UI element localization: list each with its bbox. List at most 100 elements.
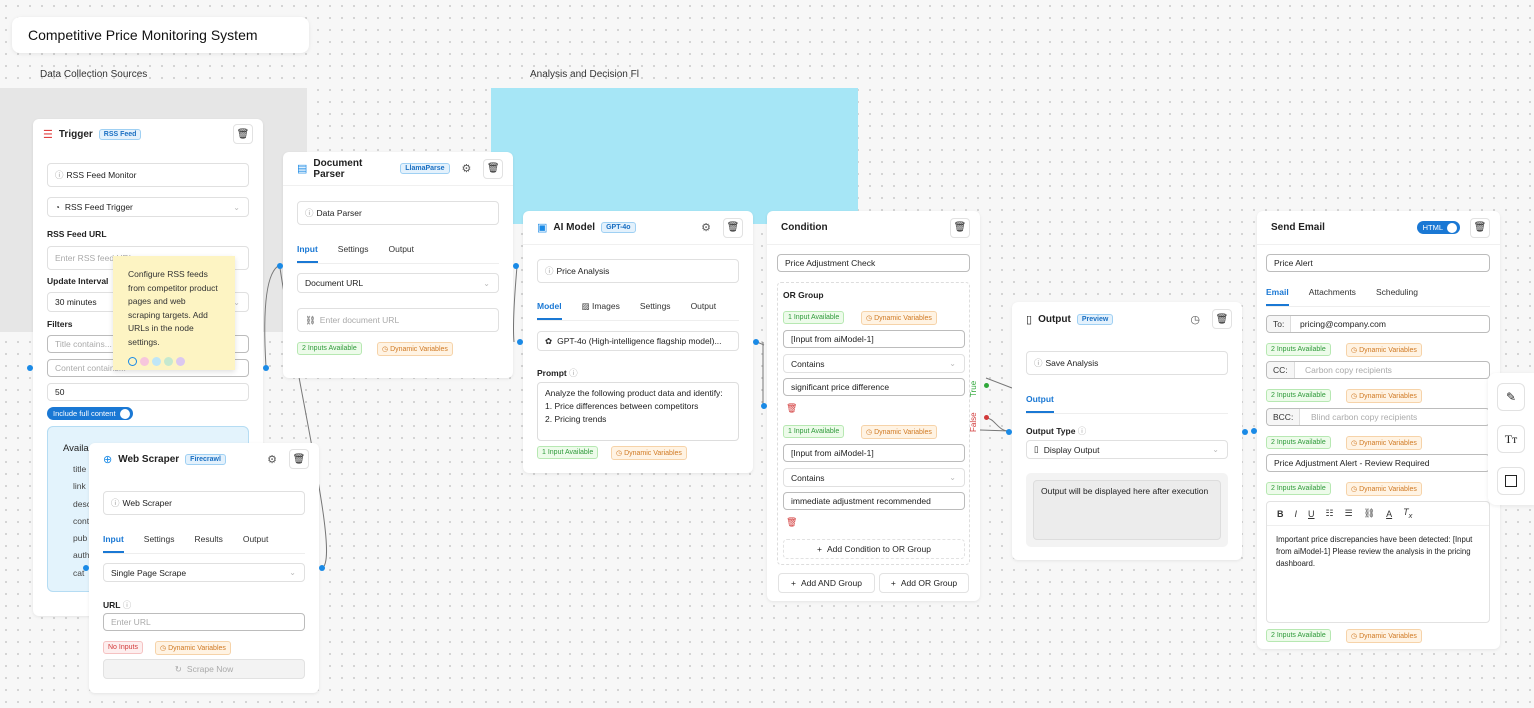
false-handle[interactable]: [984, 415, 989, 420]
delete-node-button[interactable]: 🗑: [233, 124, 253, 144]
delete-node-button[interactable]: 🗑: [723, 217, 743, 238]
ai-model-input-handle[interactable]: [517, 339, 523, 345]
color-purple[interactable]: [176, 357, 185, 366]
gear-icon[interactable]: ⚙: [462, 162, 472, 175]
tab-model[interactable]: Model: [537, 301, 562, 320]
ai-model-node[interactable]: ▣ AI Model GPT-4o ⚙ 🗑 ⓘ Price Analysis Mo…: [523, 211, 753, 473]
node-name-field[interactable]: ⓘ Save Analysis: [1026, 351, 1228, 375]
max-items-input[interactable]: 50: [47, 383, 249, 401]
delete-node-button[interactable]: 🗑: [1212, 309, 1232, 329]
email-name-input[interactable]: Price Alert: [1266, 254, 1490, 272]
tab-input[interactable]: Input: [297, 244, 318, 263]
tab-output[interactable]: Output: [389, 244, 415, 263]
dynamic-variables-tag[interactable]: ◷ Dynamic Variables: [861, 311, 937, 325]
link-icon[interactable]: ⛓: [1364, 508, 1375, 519]
operator-select[interactable]: Contains ⌄: [783, 354, 965, 373]
dynamic-variables-tag[interactable]: ◷ Dynamic Variables: [1346, 482, 1422, 496]
html-toggle[interactable]: HTML: [1416, 221, 1460, 234]
operator-select[interactable]: Contains ⌄: [783, 468, 965, 487]
color-blue[interactable]: [152, 357, 161, 366]
cc-input[interactable]: CC: Carbon copy recipients: [1266, 361, 1490, 379]
tab-output[interactable]: Output: [1026, 394, 1054, 413]
parser-input-handle[interactable]: [277, 263, 283, 269]
send-email-node[interactable]: Send Email HTML 🗑 Price Alert Email Atta…: [1257, 211, 1500, 649]
delete-condition-icon[interactable]: 🗑: [786, 403, 797, 414]
delete-node-button[interactable]: 🗑: [483, 158, 503, 179]
delete-node-button[interactable]: 🗑: [950, 217, 970, 238]
ordered-list-icon[interactable]: ☷: [1326, 508, 1334, 519]
dynamic-variables-tag[interactable]: ◷ Dynamic Variables: [1346, 629, 1422, 643]
color-green[interactable]: [164, 357, 173, 366]
source-select[interactable]: Document URL ⌄: [297, 273, 499, 293]
delete-condition-icon[interactable]: 🗑: [786, 517, 797, 528]
bold-icon[interactable]: B: [1277, 509, 1284, 519]
to-input[interactable]: To: pricing@company.com: [1266, 315, 1490, 333]
dynamic-variables-tag[interactable]: ◷ Dynamic Variables: [1346, 389, 1422, 403]
bullet-list-icon[interactable]: ☰: [1345, 508, 1353, 519]
condition-name-input[interactable]: Price Adjustment Check: [777, 254, 970, 272]
clear-format-icon[interactable]: Tx: [1403, 507, 1412, 520]
add-or-group-button[interactable]: + Add OR Group: [879, 573, 969, 593]
gear-icon[interactable]: ⚙: [701, 221, 711, 234]
tab-settings[interactable]: Settings: [144, 534, 175, 553]
node-name-field[interactable]: ⓘ Web Scraper: [103, 491, 305, 515]
email-body-text[interactable]: Important price discrepancies have been …: [1267, 526, 1489, 578]
condition-node[interactable]: Condition 🗑 Price Adjustment Check OR Gr…: [767, 211, 980, 601]
ai-model-output-handle[interactable]: [753, 339, 759, 345]
tab-attachments[interactable]: Attachments: [1309, 287, 1356, 306]
dynamic-variables-tag[interactable]: ◷ Dynamic Variables: [377, 342, 453, 356]
dynamic-variables-tag[interactable]: ◷ Dynamic Variables: [1346, 436, 1422, 450]
add-note-button[interactable]: ✎: [1497, 383, 1525, 411]
color-yellow[interactable]: [128, 357, 137, 366]
history-icon[interactable]: ◷: [1190, 313, 1200, 326]
document-url-input[interactable]: ⛓ Enter document URL: [297, 308, 499, 332]
add-and-group-button[interactable]: + Add AND Group: [778, 573, 875, 593]
gear-icon[interactable]: ⚙: [267, 453, 277, 466]
trigger-output-handle[interactable]: [263, 365, 269, 371]
output-type-select[interactable]: ▯ Display Output ⌄: [1026, 440, 1228, 459]
tab-output[interactable]: Output: [691, 301, 717, 320]
parser-output-handle[interactable]: [513, 263, 519, 269]
node-name-field[interactable]: ⓘ Price Analysis: [537, 259, 739, 283]
email-input-handle[interactable]: [1251, 428, 1257, 434]
prompt-textarea[interactable]: Analyze the following product data and i…: [537, 382, 739, 441]
tab-email[interactable]: Email: [1266, 287, 1289, 306]
condition-input-field[interactable]: [Input from aiModel-1]: [783, 330, 965, 348]
text-color-icon[interactable]: A: [1386, 509, 1392, 519]
web-scraper-node[interactable]: ⊕ Web Scraper Firecrawl ⚙ 🗑 ⓘ Web Scraper…: [89, 443, 319, 693]
add-shape-button[interactable]: [1497, 467, 1525, 495]
model-select[interactable]: ✿ GPT-4o (High-intelligence flagship mode…: [537, 331, 739, 351]
output-preview-text[interactable]: Output will be displayed here after exec…: [1033, 480, 1221, 540]
subject-input[interactable]: Price Adjustment Alert - Review Required: [1266, 454, 1490, 472]
node-name-field[interactable]: ⓘ Data Parser: [297, 201, 499, 225]
scraper-output-handle[interactable]: [319, 565, 325, 571]
tab-images[interactable]: ▨ Images: [582, 301, 620, 320]
underline-icon[interactable]: U: [1308, 509, 1315, 519]
tab-scheduling[interactable]: Scheduling: [1376, 287, 1418, 306]
scrape-mode-select[interactable]: Single Page Scrape ⌄: [103, 563, 305, 582]
output-input-handle[interactable]: [1006, 429, 1012, 435]
add-condition-button[interactable]: + Add Condition to OR Group: [783, 539, 965, 559]
dynamic-variables-tag[interactable]: ◷ Dynamic Variables: [155, 641, 231, 655]
tab-input[interactable]: Input: [103, 534, 124, 553]
italic-icon[interactable]: I: [1295, 509, 1298, 519]
url-input[interactable]: Enter URL: [103, 613, 305, 631]
node-name-field[interactable]: ⓘ RSS Feed Monitor: [47, 163, 249, 187]
trigger-type-select[interactable]: ◔ RSS Feed Trigger ⌄: [47, 197, 249, 217]
condition-input-handle[interactable]: [761, 403, 767, 409]
delete-node-button[interactable]: 🗑: [1470, 217, 1490, 238]
tab-output[interactable]: Output: [243, 534, 269, 553]
delete-node-button[interactable]: 🗑: [289, 449, 309, 469]
add-text-button[interactable]: Tт: [1497, 425, 1525, 453]
dynamic-variables-tag[interactable]: ◷ Dynamic Variables: [1346, 343, 1422, 357]
tab-settings[interactable]: Settings: [640, 301, 671, 320]
tab-settings[interactable]: Settings: [338, 244, 369, 263]
document-parser-node[interactable]: ▤ Document Parser LlamaParse ⚙ 🗑 ⓘ Data P…: [283, 152, 513, 378]
include-full-content-toggle[interactable]: Include full content: [47, 407, 133, 420]
condition-value-field[interactable]: significant price difference: [783, 378, 965, 396]
trigger-input-handle[interactable]: [27, 365, 33, 371]
tab-results[interactable]: Results: [195, 534, 223, 553]
sticky-note[interactable]: Configure RSS feeds from competitor prod…: [113, 256, 235, 370]
color-pink[interactable]: [140, 357, 149, 366]
scrape-now-button[interactable]: ↻ Scrape Now: [103, 659, 305, 679]
